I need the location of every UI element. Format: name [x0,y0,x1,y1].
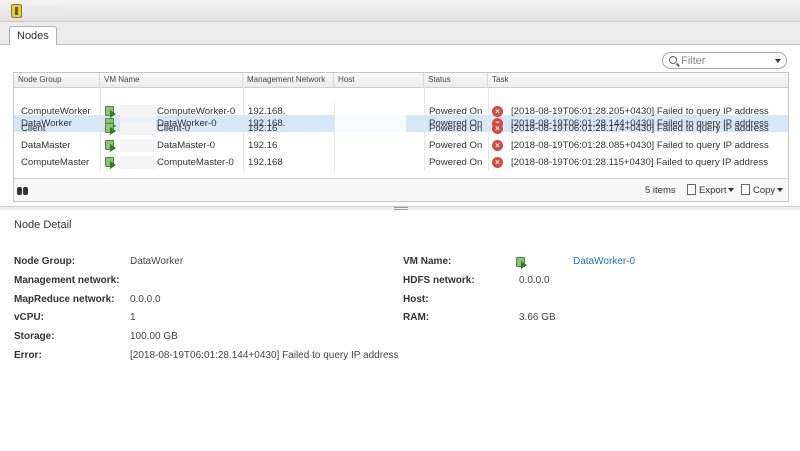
mapreduce-network-label: MapReduce network: [14,294,115,305]
error-icon: × [492,123,503,134]
vm-powered-on-icon [105,140,117,152]
cell-status: Powered On [429,106,483,117]
error-icon: × [492,106,503,117]
error-icon: × [492,157,503,168]
cell-task[interactable]: [2018-08-19T06:01:28.174+0430] Failed to… [511,120,769,137]
table-footer: 5 items Export Copy [14,178,788,201]
copy-icon [741,184,750,195]
cell-node-group: ComputeWorker [21,106,91,117]
cell-node-group: Client [21,123,46,134]
management-network-label: Management network: [14,275,120,286]
error-icon: × [492,140,503,151]
vm-powered-on-icon [105,157,117,169]
hdfs-network-label: HDFS network: [403,275,475,286]
search-icon [669,56,677,64]
cell-vm-name: ComputeMaster-0 [157,157,234,168]
column-divider [334,103,335,171]
column-header-host[interactable]: Host [334,73,424,88]
vm-name-link[interactable]: DataWorker-0 [573,256,635,267]
cell-vm-name: DataMaster-0 [157,140,216,151]
table-row[interactable]: ComputeWorker ComputeWorker-0 192.168. P… [14,103,788,120]
redacted-text [120,139,156,152]
column-header-status[interactable]: Status [424,73,488,88]
cell-management-network: 192.16 [248,140,278,151]
column-header-management-network[interactable]: Management Network [243,73,334,88]
items-count: 5 items [645,185,676,196]
vm-name-label: VM Name: [403,256,452,267]
cell-task[interactable]: [2018-08-19T06:01:28.085+0430] Failed to… [511,137,769,154]
table-row[interactable]: Client Client-0 192.16 Powered On × [201… [14,120,788,137]
redacted-title [26,6,66,16]
ram-label: RAM: [403,312,430,323]
storage-label: Storage: [14,331,55,342]
copy-button[interactable]: Copy [741,184,784,196]
column-header-node-group[interactable]: Node Group [14,73,100,88]
cell-status: Powered On [429,157,483,168]
window-titlebar [0,0,800,22]
vm-powered-on-icon [516,257,528,269]
column-header-vm-name[interactable]: VM Name [100,73,243,88]
ram-value: 3.66 GB [519,312,556,323]
cell-vm-name: Client-0 [157,123,191,134]
cell-node-group: ComputeMaster [21,157,90,168]
cell-status: Powered On [429,140,483,151]
app-icon [11,4,22,18]
node-detail-title: Node Detail [14,219,72,231]
vcpu-value: 1 [130,312,136,323]
hdfs-network-value: 0.0.0.0 [519,275,550,286]
filter-placeholder: Filter [681,55,706,67]
cell-management-network: 192.16 [248,123,278,134]
column-divider [100,103,101,171]
column-divider [424,103,425,171]
storage-value: 100.00 GB [130,331,178,342]
export-icon [687,184,696,195]
node-group-label: Node Group: [14,256,76,267]
tab-strip: Nodes [0,22,800,46]
copy-label: Copy [753,185,776,196]
cell-status: Powered On [429,123,483,134]
table-body: ComputeWorker ComputeWorker-0 192.168. P… [14,103,788,171]
binoculars-icon[interactable] [17,184,29,195]
column-header-task[interactable]: Task [488,73,788,88]
export-button[interactable]: Export [687,184,735,196]
node-group-value: DataWorker [130,256,184,267]
redacted-text [120,122,156,135]
table-header: Node Group VM Name Management Network Ho… [14,73,788,88]
cell-node-group: DataMaster [21,140,71,151]
redacted-text [120,156,156,169]
splitter-grip-icon[interactable] [394,207,408,210]
cell-vm-name: ComputeWorker-0 [157,106,236,117]
cell-management-network: 192.168. [248,106,286,117]
chevron-down-icon [728,188,735,192]
chevron-down-icon[interactable] [775,59,781,63]
column-divider [488,103,489,171]
redacted-text [120,105,156,118]
host-label: Host: [403,294,429,305]
filter-input[interactable]: Filter [662,52,787,69]
export-label: Export [699,185,727,196]
vcpu-label: vCPU: [14,312,45,323]
cell-management-network: 192.168 [248,157,283,168]
cell-task[interactable]: [2018-08-19T06:01:28.115+0430] Failed to… [511,154,768,171]
table-row[interactable]: DataMaster DataMaster-0 192.16 Powered O… [14,137,788,154]
chevron-down-icon [777,188,784,192]
panel-splitter[interactable] [0,206,800,210]
error-value: [2018-08-19T06:01:28.144+0430] Failed to… [130,350,399,361]
error-label: Error: [14,350,42,361]
vm-powered-on-icon [105,106,117,118]
vm-powered-on-icon [105,123,117,135]
tab-nodes[interactable]: Nodes [9,26,57,46]
mapreduce-network-value: 0.0.0.0 [130,294,161,305]
table-row[interactable]: ComputeMaster ComputeMaster-0 192.168 Po… [14,154,788,171]
cell-task[interactable]: [2018-08-19T06:01:28.205+0430] Failed to… [511,103,769,120]
column-divider [243,103,244,171]
